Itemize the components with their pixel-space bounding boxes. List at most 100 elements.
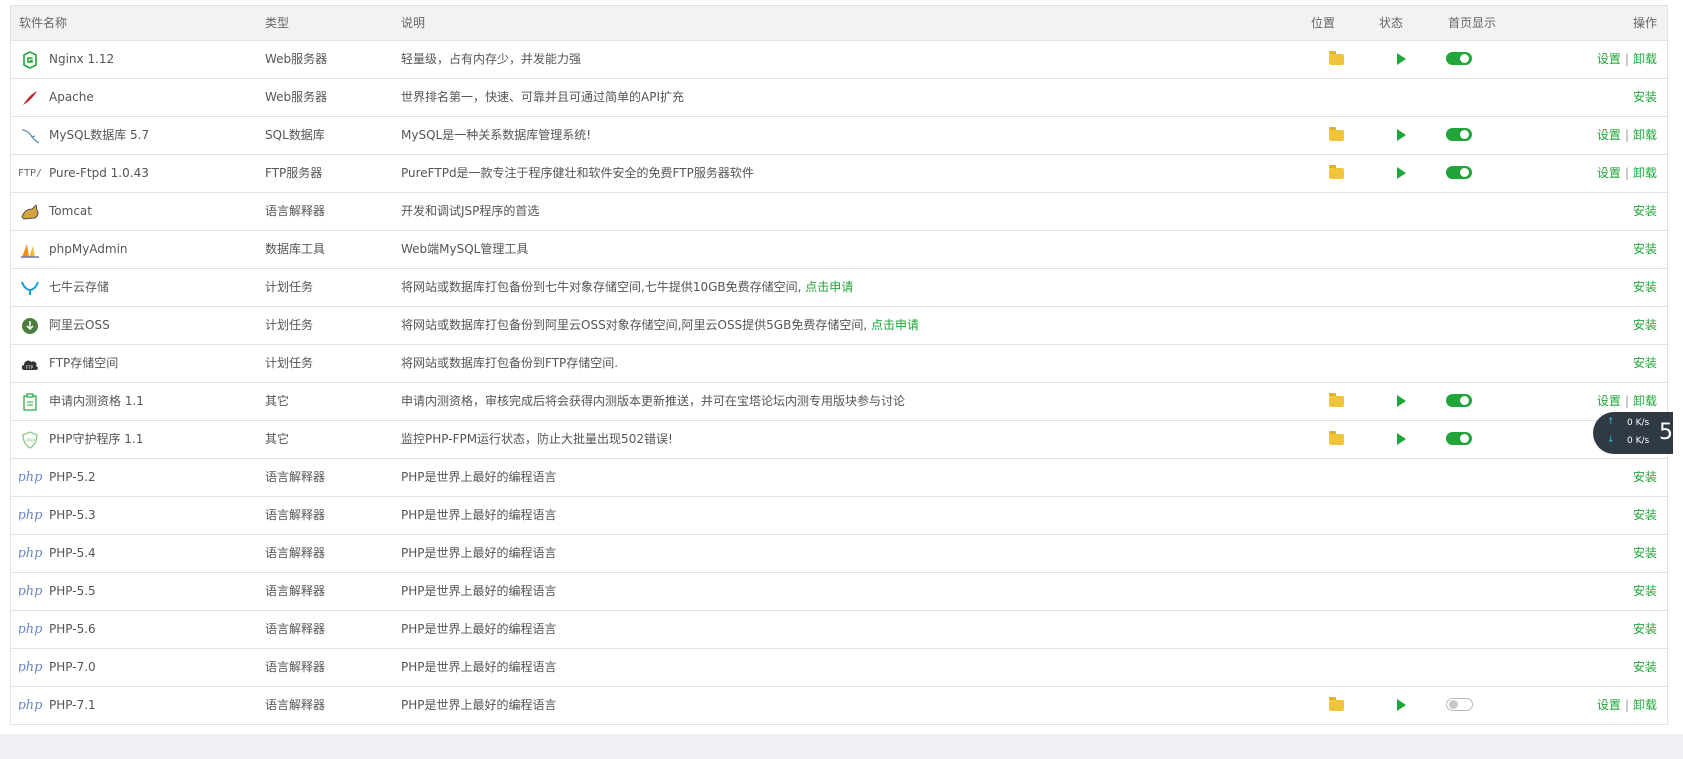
- status-cell: [1376, 117, 1426, 154]
- svg-text:PHP: PHP: [26, 438, 35, 444]
- ops-cell: 安装: [1537, 307, 1657, 344]
- folder-icon[interactable]: [1328, 51, 1344, 65]
- software-type: 其它: [265, 394, 290, 408]
- software-name-cell: FTP FTP存储空间: [19, 345, 259, 382]
- software-desc-cell: 将网站或数据库打包备份到FTP存储空间.: [401, 345, 1301, 382]
- install-link[interactable]: 安装: [1633, 508, 1657, 522]
- home-display-toggle[interactable]: [1446, 52, 1472, 65]
- bottom-bar: [0, 734, 1683, 759]
- install-link[interactable]: 安装: [1633, 622, 1657, 636]
- upload-unit: K/s: [1635, 418, 1650, 428]
- software-name: PHP-5.5: [49, 584, 96, 598]
- software-desc-cell: PHP是世界上最好的编程语言: [401, 649, 1301, 686]
- software-name: MySQL数据库 5.7: [49, 128, 150, 142]
- software-name-cell: php PHP-5.6: [19, 611, 259, 648]
- software-type: SQL数据库: [265, 128, 325, 142]
- status-cell: [1376, 155, 1426, 192]
- home-display-toggle[interactable]: [1446, 166, 1472, 179]
- home-display-toggle[interactable]: [1446, 394, 1472, 407]
- ops-cell: 设置| 卸载: [1537, 687, 1657, 724]
- software-desc-cell: MySQL是一种关系数据库管理系统!: [401, 117, 1301, 154]
- play-icon[interactable]: [1396, 433, 1406, 445]
- software-name: Apache: [49, 90, 94, 104]
- software-type: Web服务器: [265, 90, 328, 104]
- home-display-toggle[interactable]: [1446, 432, 1472, 445]
- install-link[interactable]: 安装: [1633, 242, 1657, 256]
- uninstall-link[interactable]: 卸载: [1633, 166, 1657, 180]
- apply-link[interactable]: 点击申请: [805, 280, 853, 294]
- software-desc: PureFTPd是一款专注于程序健壮和软件安全的免费FTP服务器软件: [401, 166, 754, 180]
- uninstall-link[interactable]: 卸载: [1633, 394, 1657, 408]
- install-link[interactable]: 安装: [1633, 90, 1657, 104]
- table-row: php PHP-5.3 语言解释器 PHP是世界上最好的编程语言 安装: [11, 497, 1667, 535]
- php-icon: php: [19, 470, 43, 485]
- ops-separator: |: [1624, 128, 1629, 142]
- software-name: phpMyAdmin: [49, 242, 128, 256]
- uninstall-link[interactable]: 卸载: [1633, 698, 1657, 712]
- software-table: 软件名称 类型 说明 位置 状态 首页显示 操作 Nginx 1.12 Web服务…: [10, 5, 1668, 725]
- software-type: 语言解释器: [265, 584, 326, 598]
- download-unit: K/s: [1635, 436, 1650, 446]
- ftp-icon: FTP/: [19, 168, 43, 179]
- table-row: php PHP-5.4 语言解释器 PHP是世界上最好的编程语言 安装: [11, 535, 1667, 573]
- software-desc-cell: PHP是世界上最好的编程语言: [401, 687, 1301, 724]
- install-link[interactable]: 安装: [1633, 356, 1657, 370]
- software-desc: 轻量级，占有内存少，并发能力强: [401, 52, 582, 66]
- col-header-ops: 操作: [1632, 16, 1657, 30]
- software-desc: 将网站或数据库打包备份到FTP存储空间.: [401, 356, 619, 370]
- settings-link[interactable]: 设置: [1597, 166, 1621, 180]
- install-link[interactable]: 安装: [1633, 204, 1657, 218]
- play-icon[interactable]: [1396, 167, 1406, 179]
- software-type: 计划任务: [265, 280, 314, 294]
- php-icon: php: [19, 622, 43, 637]
- col-header-location: 位置: [1311, 16, 1336, 30]
- software-name-cell: php PHP-7.1: [19, 687, 259, 724]
- install-link[interactable]: 安装: [1633, 660, 1657, 674]
- settings-link[interactable]: 设置: [1597, 52, 1621, 66]
- settings-link[interactable]: 设置: [1597, 698, 1621, 712]
- play-icon[interactable]: [1396, 699, 1406, 711]
- ops-cell: 安装: [1537, 269, 1657, 306]
- install-link[interactable]: 安装: [1633, 470, 1657, 484]
- phpmyadmin-icon: [19, 239, 41, 261]
- folder-icon[interactable]: [1328, 127, 1344, 141]
- folder-icon[interactable]: [1328, 393, 1344, 407]
- uninstall-link[interactable]: 卸载: [1633, 52, 1657, 66]
- folder-icon[interactable]: [1328, 697, 1344, 711]
- software-type: 语言解释器: [265, 660, 326, 674]
- software-name-cell: php PHP-5.2: [19, 459, 259, 496]
- folder-icon[interactable]: [1328, 431, 1344, 445]
- settings-link[interactable]: 设置: [1597, 394, 1621, 408]
- folder-icon[interactable]: [1328, 165, 1344, 179]
- home-display-toggle[interactable]: [1446, 128, 1472, 141]
- ops-cell: 设置| 卸载: [1537, 117, 1657, 154]
- home-display-toggle[interactable]: [1446, 698, 1473, 711]
- software-desc: Web端MySQL管理工具: [401, 242, 529, 256]
- install-link[interactable]: 安装: [1633, 546, 1657, 560]
- table-body: Nginx 1.12 Web服务器 轻量级，占有内存少，并发能力强 设置 | 卸载 Apac…: [11, 41, 1667, 725]
- install-link[interactable]: 安装: [1633, 280, 1657, 294]
- apply-link[interactable]: 点击申请: [871, 318, 919, 332]
- home-display-cell: [1446, 117, 1526, 154]
- software-desc: 世界排名第一，快速、可靠并且可通过简单的API扩充: [401, 90, 684, 104]
- ops-cell: 设置| 卸载: [1537, 155, 1657, 192]
- home-display-cell: [1446, 383, 1526, 420]
- network-speed-widget[interactable]: ↑ 0 K/s ↓ 0 K/s 5: [1593, 412, 1673, 454]
- settings-link[interactable]: 设置: [1597, 128, 1621, 142]
- play-icon[interactable]: [1396, 395, 1406, 407]
- ops-cell: 安装: [1537, 573, 1657, 610]
- play-icon[interactable]: [1396, 129, 1406, 141]
- software-name: Nginx 1.12: [49, 52, 115, 66]
- install-link[interactable]: 安装: [1633, 318, 1657, 332]
- col-header-home: 首页显示: [1448, 16, 1497, 30]
- software-desc-cell: Web端MySQL管理工具: [401, 231, 1301, 268]
- install-link[interactable]: 安装: [1633, 584, 1657, 598]
- software-name: PHP-5.4: [49, 546, 96, 560]
- software-desc-cell: 申请内测资格，审核完成后将会获得内测版本更新推送，并可在宝塔论坛内测专用版块参与…: [401, 383, 1301, 420]
- play-icon[interactable]: [1396, 53, 1406, 65]
- uninstall-link[interactable]: 卸载: [1633, 128, 1657, 142]
- software-name-cell: phpMyAdmin: [19, 231, 259, 268]
- nginx-icon: [19, 49, 41, 71]
- col-header-name: 软件名称: [19, 16, 68, 30]
- table-row: 申请内测资格 1.1 其它 申请内测资格，审核完成后将会获得内测版本更新推送，并可在…: [11, 383, 1667, 421]
